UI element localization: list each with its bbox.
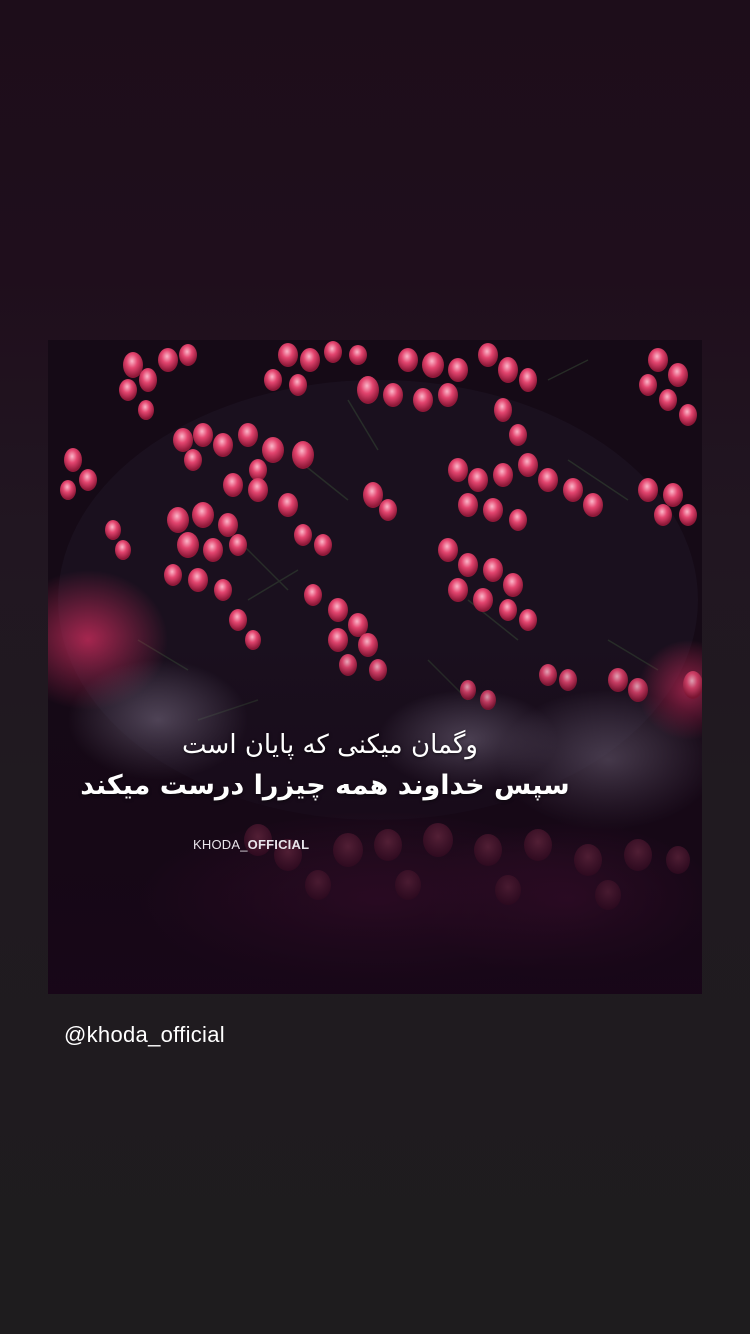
story-screen: وگمان میکنی که پایان است سپس خداوند همه … [0,0,750,1334]
account-mention-link[interactable]: @khoda_official [64,1022,225,1048]
photo-shade-overlay [48,340,702,994]
watermark-prefix: KHODA_ [193,837,248,852]
watermark-suffix: OFFICIAL [247,837,310,852]
watermark-label: KHODA_OFFICIAL [193,837,309,852]
quote-text: وگمان میکنی که پایان است سپس خداوند همه … [48,725,702,807]
quote-line-1: وگمان میکنی که پایان است [182,730,478,760]
quote-line-2: سپس خداوند همه چیزرا درست میکند [80,770,570,801]
shared-post-image[interactable]: وگمان میکنی که پایان است سپس خداوند همه … [48,340,702,994]
